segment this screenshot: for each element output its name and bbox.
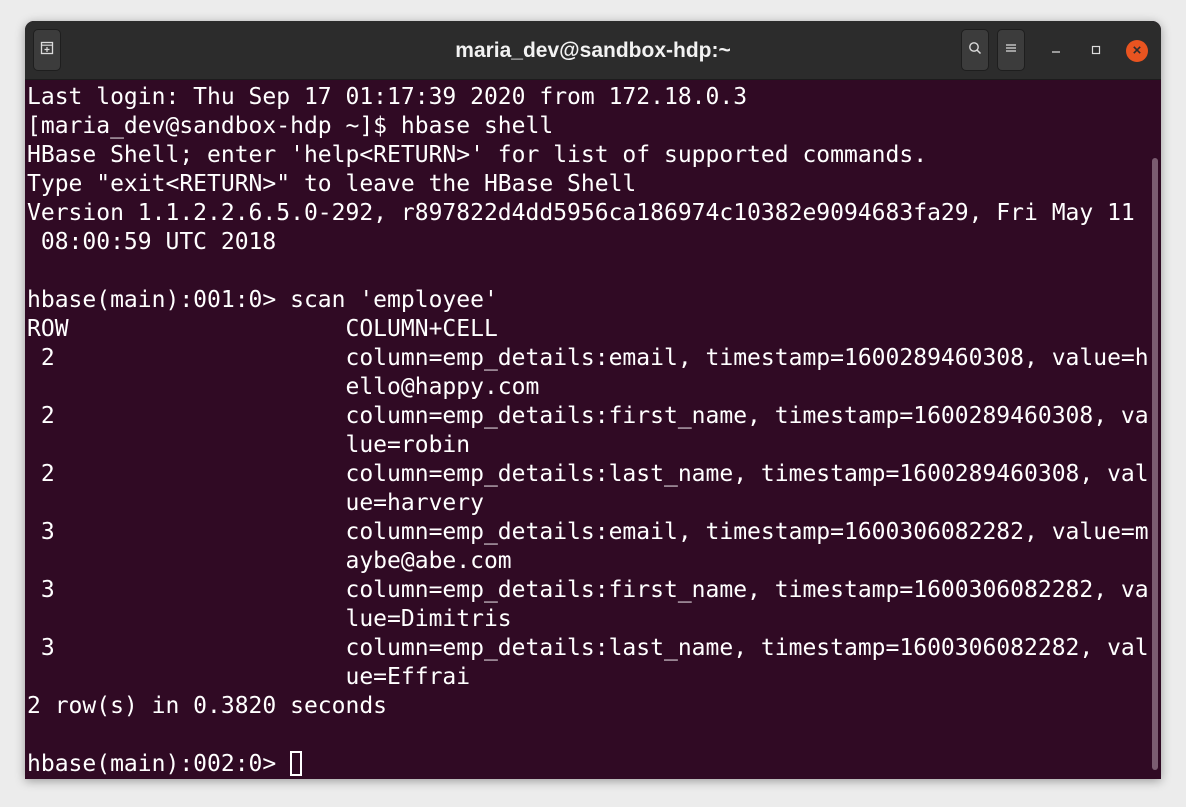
scrollbar-thumb[interactable]	[1152, 158, 1158, 770]
terminal-line: ue=Effrai	[27, 664, 471, 690]
close-icon	[1132, 42, 1142, 60]
terminal-line: 2 row(s) in 0.3820 seconds	[27, 693, 388, 719]
terminal-line: lue=Dimitris	[27, 606, 512, 632]
terminal-window: maria_dev@sandbox-hdp:~ Last login: Thu …	[25, 21, 1161, 779]
maximize-button[interactable]	[1085, 40, 1107, 62]
search-icon	[968, 41, 982, 60]
terminal-line: Type "exit<RETURN>" to leave the HBase S…	[27, 171, 637, 197]
window-title: maria_dev@sandbox-hdp:~	[455, 39, 731, 62]
terminal-line: [maria_dev@sandbox-hdp ~]$ hbase shell	[27, 113, 554, 139]
search-button[interactable]	[961, 29, 989, 71]
terminal-line: HBase Shell; enter 'help<RETURN>' for li…	[27, 142, 928, 168]
minimize-icon	[1051, 42, 1061, 60]
terminal-line: lue=robin	[27, 432, 471, 458]
terminal-line: 3 column=emp_details:first_name, timesta…	[27, 577, 1149, 603]
terminal-prompt: hbase(main):002:0>	[27, 751, 291, 777]
terminal-line: ROW COLUMN+CELL	[27, 316, 498, 342]
hamburger-menu-icon	[1005, 41, 1017, 59]
terminal-prompt-line[interactable]: hbase(main):002:0>	[27, 750, 1149, 779]
title-bar[interactable]: maria_dev@sandbox-hdp:~	[25, 21, 1161, 80]
terminal-output[interactable]: Last login: Thu Sep 17 01:17:39 2020 fro…	[25, 80, 1161, 779]
terminal-line: ello@happy.com	[27, 374, 540, 400]
terminal-line: 2 column=emp_details:first_name, timesta…	[27, 403, 1149, 429]
terminal-line: Last login: Thu Sep 17 01:17:39 2020 fro…	[27, 84, 748, 110]
terminal-line: 3 column=emp_details:email, timestamp=16…	[27, 519, 1149, 545]
terminal-line: 2 column=emp_details:email, timestamp=16…	[27, 345, 1149, 371]
scrollbar[interactable]	[1152, 158, 1158, 770]
close-button[interactable]	[1126, 40, 1148, 62]
terminal-line: Version 1.1.2.2.6.5.0-292, r897822d4dd59…	[27, 200, 1135, 226]
text-cursor[interactable]	[290, 751, 303, 776]
terminal-line: hbase(main):001:0> scan 'employee'	[27, 287, 498, 313]
terminal-line: 2 column=emp_details:last_name, timestam…	[27, 461, 1149, 487]
terminal-line: ue=harvery	[27, 490, 484, 516]
maximize-icon	[1091, 42, 1101, 60]
menu-button[interactable]	[997, 29, 1025, 71]
minimize-button[interactable]	[1045, 40, 1067, 62]
terminal-line: aybe@abe.com	[27, 548, 512, 574]
terminal-line: 08:00:59 UTC 2018	[27, 229, 277, 255]
terminal-lines: Last login: Thu Sep 17 01:17:39 2020 fro…	[27, 83, 1149, 779]
terminal-line: 3 column=emp_details:last_name, timestam…	[27, 635, 1149, 661]
